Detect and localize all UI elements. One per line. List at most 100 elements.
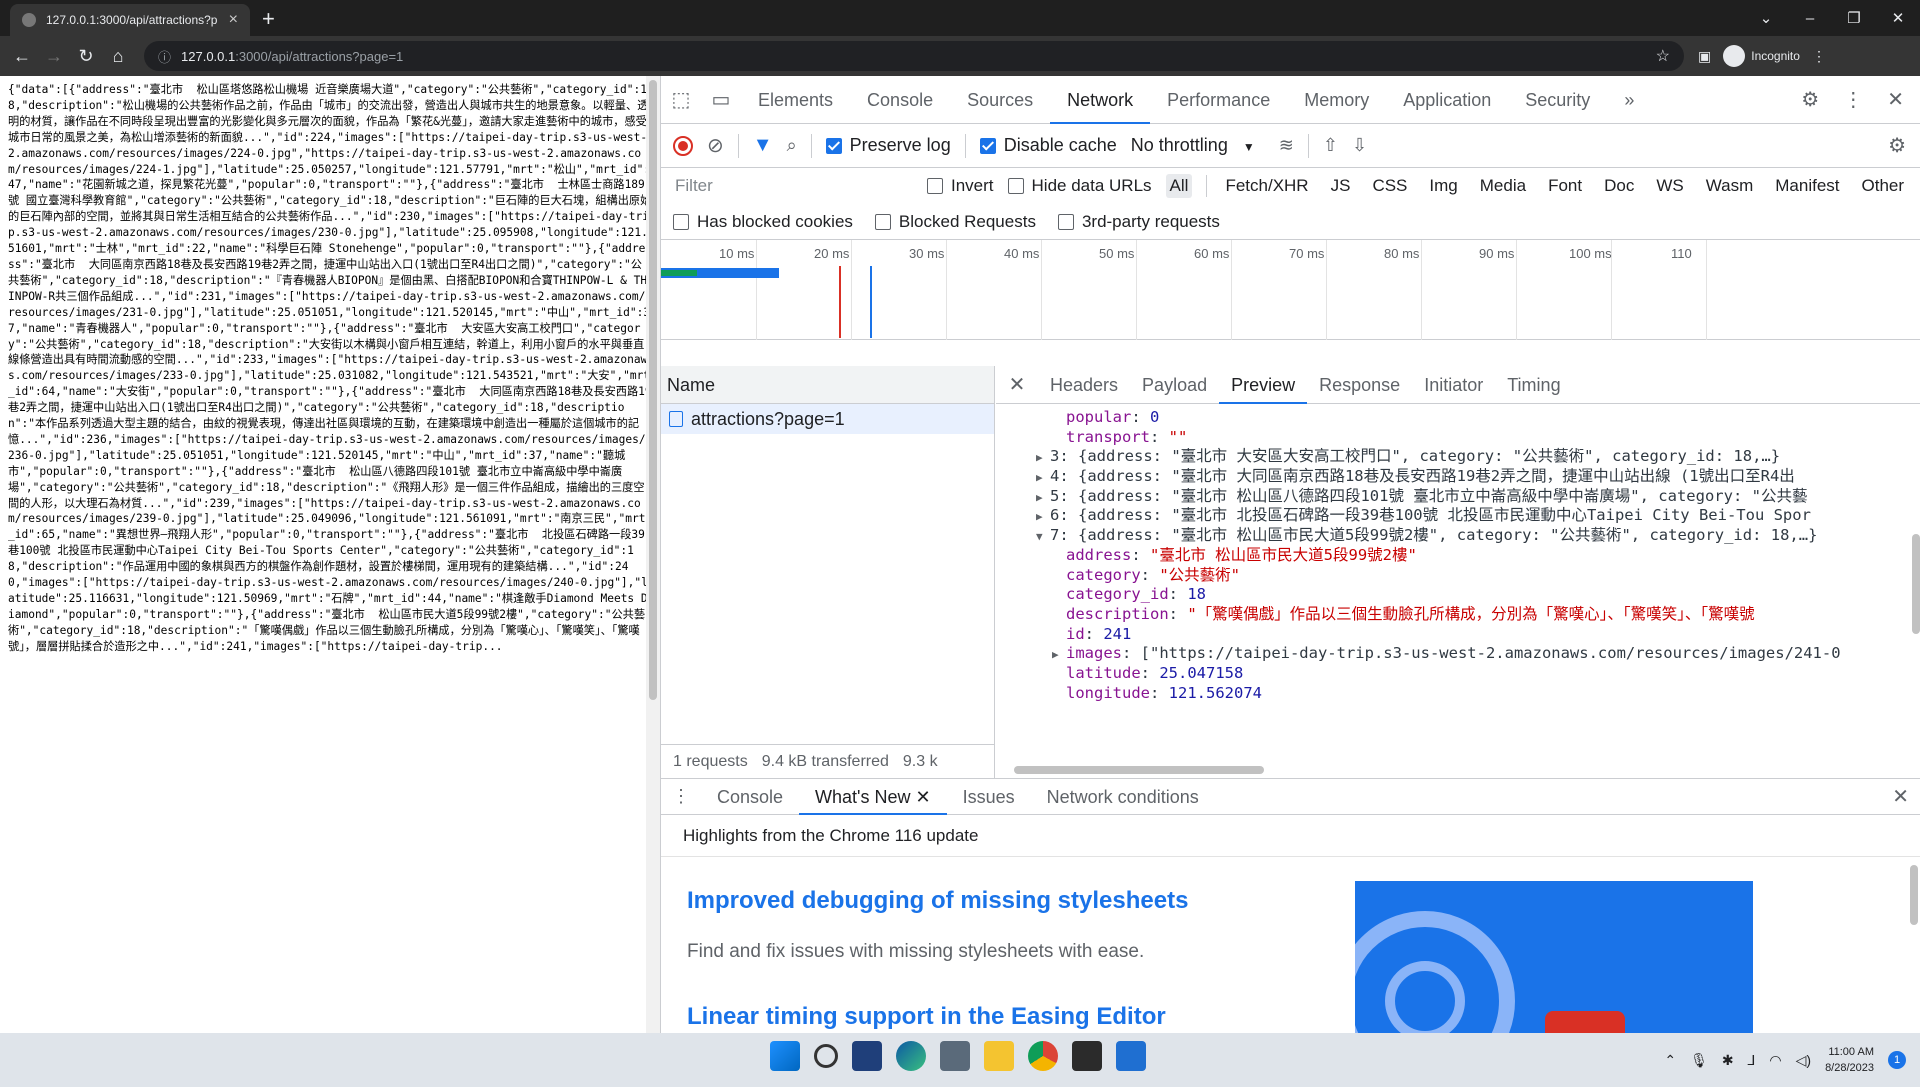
type-filter-other[interactable]: Other <box>1858 174 1909 198</box>
back-icon[interactable]: ← <box>6 46 38 67</box>
invert-checkbox[interactable]: Invert <box>927 176 994 196</box>
file-explorer-icon[interactable] <box>984 1041 1014 1071</box>
network-overview-timeline[interactable]: 10 ms 20 ms 30 ms 40 ms 50 ms 60 ms 70 m… <box>661 240 1920 340</box>
vscode-icon[interactable] <box>1116 1041 1146 1071</box>
type-filter-media[interactable]: Media <box>1476 174 1530 198</box>
tree-node-4[interactable]: ▶ 4: {address: "臺北市 大同區南京西路18巷及長安西路19巷2弄之… <box>996 467 1911 487</box>
preview-horizontal-scrollbar[interactable] <box>1004 764 1909 776</box>
close-devtools-icon[interactable]: ✕ <box>1887 87 1904 112</box>
clock[interactable]: 11:00 AM 8/28/2023 <box>1825 1044 1874 1076</box>
tree-node-5[interactable]: ▶ 5: {address: "臺北市 松山區八德路四段101號 臺北市立中崙高級… <box>996 487 1911 507</box>
has-blocked-cookies-checkbox[interactable]: Has blocked cookies <box>673 212 853 232</box>
tab-console[interactable]: Console <box>850 76 950 124</box>
throttling-select[interactable]: No throttling ▼ <box>1131 135 1255 156</box>
bluetooth-icon[interactable]: ✱ <box>1722 1052 1734 1069</box>
more-tabs-button[interactable]: » <box>1607 76 1651 124</box>
expand-triangle-icon[interactable]: ▶ <box>1036 468 1050 488</box>
menu-kebab-icon[interactable]: ⋮ <box>1812 48 1826 65</box>
notification-badge[interactable]: 1 <box>1888 1051 1906 1069</box>
drawer-scrollbar[interactable] <box>1909 859 1919 1029</box>
chevron-up-icon[interactable]: ⌃ <box>1664 1052 1676 1069</box>
third-party-requests-checkbox[interactable]: 3rd-party requests <box>1057 212 1220 232</box>
name-column-header[interactable]: Name <box>661 366 994 404</box>
tab-preview[interactable]: Preview <box>1219 366 1308 404</box>
minimize-button[interactable]: – <box>1788 10 1832 27</box>
expand-triangle-icon[interactable]: ▶ <box>1036 448 1050 468</box>
microphone-icon[interactable]: 🎙 <box>1690 1052 1708 1069</box>
home-icon[interactable]: ⌂ <box>102 46 134 67</box>
forward-icon[interactable]: → <box>38 46 70 67</box>
drawer-tab-issues[interactable]: Issues <box>947 779 1031 815</box>
calculator-icon[interactable] <box>940 1041 970 1071</box>
device-toolbar-icon[interactable]: ▭ <box>701 87 741 112</box>
vscroll-thumb[interactable] <box>1912 534 1920 634</box>
terminal-icon[interactable] <box>1072 1041 1102 1071</box>
record-icon[interactable] <box>673 135 693 156</box>
tab-search-icon[interactable]: ⌄ <box>1744 9 1788 27</box>
disable-cache-checkbox[interactable]: Disable cache <box>979 135 1117 156</box>
drawer-tab-console[interactable]: Console <box>701 779 799 815</box>
tab-sources[interactable]: Sources <box>950 76 1050 124</box>
tab-timing[interactable]: Timing <box>1495 366 1572 404</box>
type-filter-css[interactable]: CSS <box>1368 174 1411 198</box>
tab-initiator[interactable]: Initiator <box>1412 366 1495 404</box>
type-filter-wasm[interactable]: Wasm <box>1702 174 1758 198</box>
page-json-viewport[interactable]: {"data":[{"address":"臺北市 松山區塔悠路松山機場 近音樂廣… <box>0 76 660 1033</box>
bookmark-star-icon[interactable]: ☆ <box>1656 46 1670 66</box>
type-filter-fetch-xhr[interactable]: Fetch/XHR <box>1221 174 1312 198</box>
type-filter-all[interactable]: All <box>1165 174 1193 198</box>
close-tab-icon[interactable]: × <box>229 11 238 29</box>
feature-title-link[interactable]: Improved debugging of missing stylesheet… <box>687 887 1188 915</box>
type-filter-ws[interactable]: WS <box>1652 174 1687 198</box>
tab-security[interactable]: Security <box>1508 76 1607 124</box>
tree-node-7[interactable]: ▼ 7: {address: "臺北市 松山區市民大道5段99號2樓", cate… <box>996 526 1911 546</box>
tab-application[interactable]: Application <box>1386 76 1508 124</box>
browser-tab[interactable]: 127.0.0.1:3000/api/attractions?p × <box>10 4 250 36</box>
page-scrollbar[interactable] <box>646 76 660 1033</box>
type-filter-doc[interactable]: Doc <box>1600 174 1638 198</box>
type-filter-img[interactable]: Img <box>1425 174 1461 198</box>
close-tab-icon[interactable]: ✕ <box>916 787 931 807</box>
import-har-icon[interactable]: ⇧ <box>1323 135 1338 156</box>
expand-triangle-icon[interactable]: ▶ <box>1036 488 1050 508</box>
windows-start-icon[interactable] <box>770 1041 800 1071</box>
inspect-element-icon[interactable]: ⬚ <box>661 87 701 112</box>
type-filter-font[interactable]: Font <box>1544 174 1586 198</box>
drawer-tab-whats-new[interactable]: What's New ✕ <box>799 779 947 815</box>
tree-node-3[interactable]: ▶ 3: {address: "臺北市 大安區大安高工校門口", category… <box>996 447 1911 467</box>
page-scroll-thumb[interactable] <box>649 80 657 700</box>
json-preview-tree[interactable]: popular: 0 transport: "" ▶ 3: {address: "… <box>996 404 1911 758</box>
close-window-button[interactable]: ✕ <box>1876 9 1920 27</box>
collapse-triangle-icon[interactable]: ▼ <box>1036 527 1050 547</box>
preview-vertical-scrollbar[interactable] <box>1911 404 1920 758</box>
filter-funnel-icon[interactable]: ▼ <box>753 134 773 157</box>
expand-triangle-icon[interactable]: ▶ <box>1036 507 1050 527</box>
drawer-scroll-thumb[interactable] <box>1910 865 1918 925</box>
feature-title-link[interactable]: Linear timing support in the Easing Edit… <box>687 1003 1166 1031</box>
incognito-badge[interactable]: Incognito <box>1723 45 1800 67</box>
tab-performance[interactable]: Performance <box>1150 76 1287 124</box>
drawer-menu-icon[interactable]: ⋮ <box>661 786 701 807</box>
network-conditions-icon[interactable]: ≋ <box>1279 135 1294 156</box>
type-filter-manifest[interactable]: Manifest <box>1771 174 1843 198</box>
tab-payload[interactable]: Payload <box>1130 366 1219 404</box>
preserve-log-checkbox[interactable]: Preserve log <box>825 135 951 156</box>
edge-icon[interactable] <box>896 1041 926 1071</box>
hide-data-urls-checkbox[interactable]: Hide data URLs <box>1007 176 1152 196</box>
tab-headers[interactable]: Headers <box>1038 366 1130 404</box>
request-row[interactable]: attractions?page=1 <box>661 404 994 434</box>
drawer-tab-network-conditions[interactable]: Network conditions <box>1031 779 1215 815</box>
close-drawer-icon[interactable]: ✕ <box>1892 784 1920 809</box>
tree-node-6[interactable]: ▶ 6: {address: "臺北市 北投區石碑路一段39巷100號 北投區市民… <box>996 506 1911 526</box>
devtools-menu-icon[interactable]: ⋮ <box>1843 87 1863 112</box>
chrome-icon[interactable] <box>1028 1041 1058 1071</box>
search-icon[interactable] <box>814 1044 838 1068</box>
type-filter-js[interactable]: JS <box>1327 174 1355 198</box>
side-panel-icon[interactable]: ▣ <box>1698 48 1711 65</box>
filter-input[interactable]: Filter <box>673 172 913 200</box>
export-har-icon[interactable]: ⇩ <box>1352 135 1367 156</box>
expand-triangle-icon[interactable]: ▶ <box>1052 645 1066 665</box>
tab-network[interactable]: Network <box>1050 76 1151 124</box>
network-settings-gear-icon[interactable]: ⚙ <box>1888 133 1906 158</box>
clear-icon[interactable]: ⊘ <box>707 133 724 158</box>
